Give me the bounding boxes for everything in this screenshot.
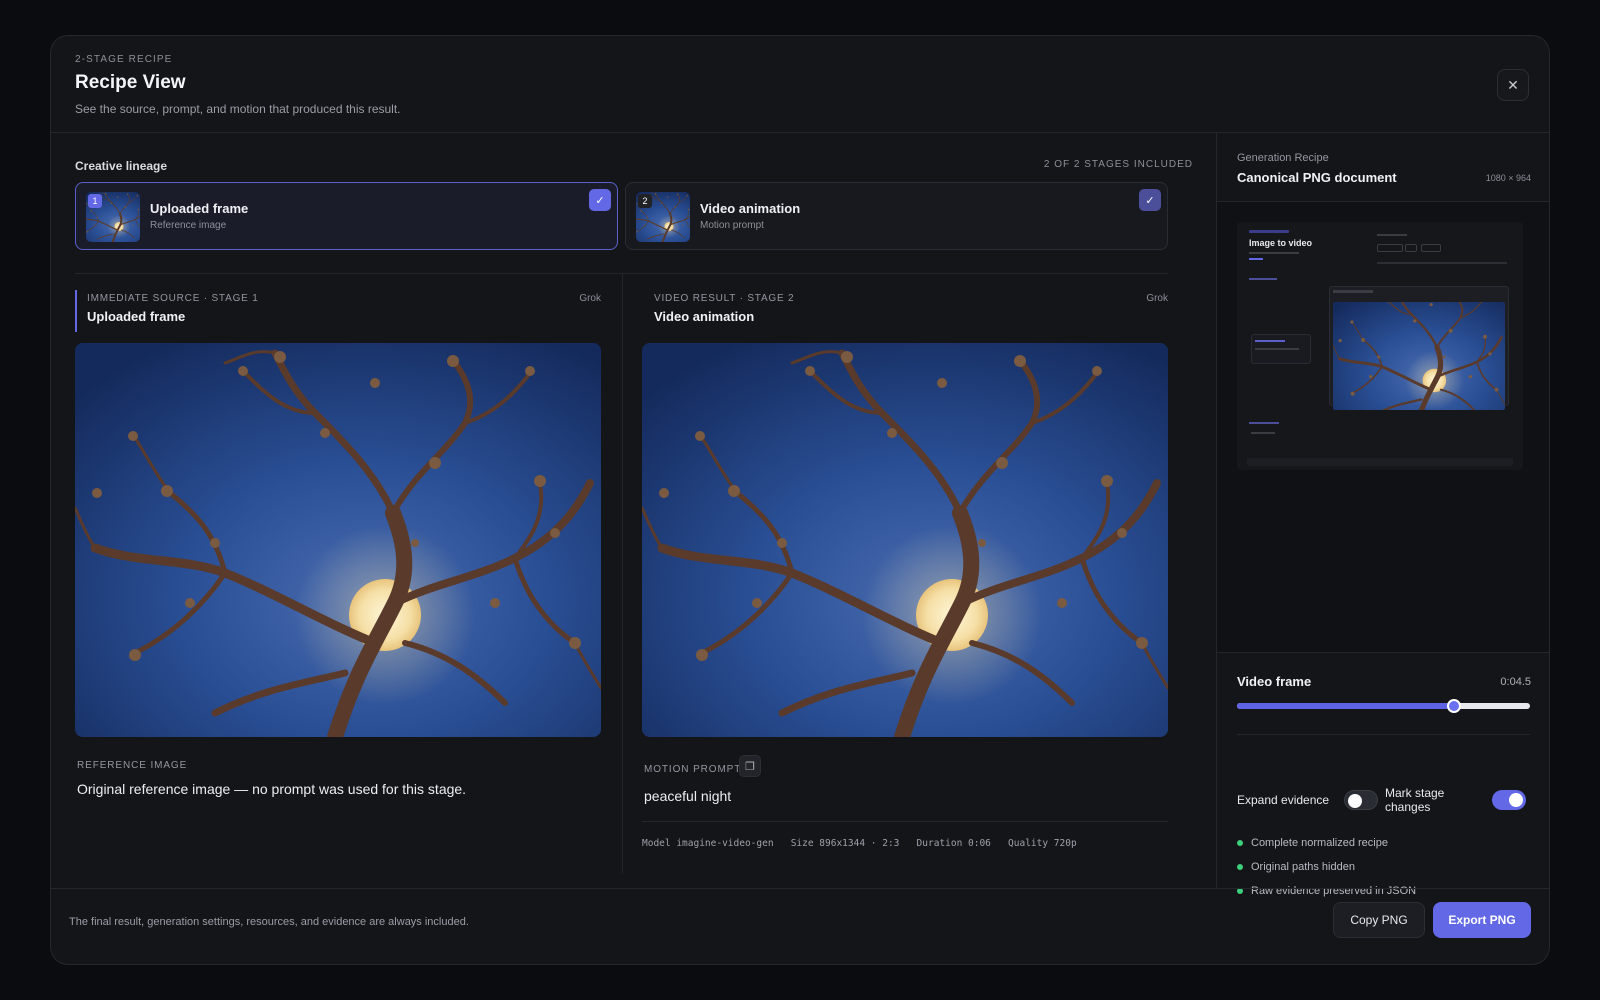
result-title: Video animation bbox=[654, 309, 755, 324]
video-frame-slider[interactable] bbox=[1237, 699, 1530, 713]
stage-thumbnail: 1 bbox=[86, 192, 140, 242]
generation-specs: Model imagine-video-gen Size 896x1344 · … bbox=[642, 838, 1077, 849]
source-provider: Grok bbox=[579, 293, 601, 304]
stage-subtitle: Reference image bbox=[150, 220, 227, 231]
divider bbox=[642, 821, 1168, 822]
check-icon: ✓ bbox=[1145, 194, 1155, 207]
video-frame-label: Video frame bbox=[1237, 674, 1312, 689]
slider-fill bbox=[1237, 703, 1454, 709]
export-png-button[interactable]: Export PNG bbox=[1433, 902, 1531, 938]
recipe-dimensions: 1080 × 964 bbox=[1485, 173, 1531, 183]
document-preview: Image to video bbox=[1237, 222, 1523, 470]
status-dot bbox=[1237, 840, 1243, 846]
modal-header: 2-STAGE RECIPE Recipe View See the sourc… bbox=[51, 36, 1549, 133]
expand-evidence-toggle[interactable] bbox=[1344, 790, 1378, 810]
lineage-count: 2 OF 2 STAGES INCLUDED bbox=[1043, 159, 1193, 170]
result-video[interactable] bbox=[642, 343, 1168, 737]
stage-thumbnail: 2 bbox=[636, 192, 690, 242]
result-eyebrow: VIDEO RESULT · STAGE 2 bbox=[654, 293, 795, 304]
stage-title: Video animation bbox=[700, 201, 801, 216]
lineage-label: Creative lineage bbox=[75, 159, 168, 173]
stage-subtitle: Motion prompt bbox=[700, 220, 764, 231]
stage-card-uploaded-frame[interactable]: 1 Uploaded frame Reference image ✓ bbox=[75, 182, 618, 250]
modal-footer: The final result, generation settings, r… bbox=[51, 888, 1549, 964]
stage-number-badge: 2 bbox=[638, 194, 652, 208]
recipe-modal: 2-STAGE RECIPE Recipe View See the sourc… bbox=[50, 35, 1550, 965]
document-preview-area: Image to video bbox=[1217, 202, 1549, 652]
evidence-text: Complete normalized recipe bbox=[1251, 837, 1388, 849]
page-subtitle: See the source, prompt, and motion that … bbox=[75, 102, 401, 116]
recipe-main: Creative lineage 2 OF 2 STAGES INCLUDED … bbox=[51, 133, 1216, 888]
page-title: Recipe View bbox=[75, 72, 186, 93]
source-meta-label: REFERENCE IMAGE bbox=[77, 760, 188, 771]
copy-png-button[interactable]: Copy PNG bbox=[1333, 902, 1425, 938]
divider bbox=[622, 273, 623, 873]
copy-icon: ❐ bbox=[745, 760, 755, 773]
check-icon: ✓ bbox=[595, 194, 605, 207]
stage-checkbox[interactable]: ✓ bbox=[1139, 189, 1161, 211]
recipe-sidebar: Generation Recipe Canonical PNG document… bbox=[1216, 133, 1549, 897]
preview-title: Image to video bbox=[1249, 238, 1313, 248]
close-button[interactable]: ✕ bbox=[1497, 69, 1529, 101]
divider bbox=[1217, 652, 1549, 653]
stage-number-badge: 1 bbox=[88, 194, 102, 208]
expand-evidence-label: Expand evidence bbox=[1237, 793, 1330, 807]
evidence-text: Original paths hidden bbox=[1251, 861, 1355, 873]
recipe-title: Canonical PNG document bbox=[1237, 170, 1397, 185]
recipe-eyebrow: 2-STAGE RECIPE bbox=[75, 54, 173, 65]
result-column: VIDEO RESULT · STAGE 2 Video animation G… bbox=[642, 273, 1168, 873]
source-image bbox=[75, 343, 601, 737]
motion-prompt-label: MOTION PROMPT bbox=[644, 764, 742, 775]
footer-note: The final result, generation settings, r… bbox=[69, 916, 469, 928]
mark-stage-changes-label: Mark stage changes bbox=[1385, 786, 1445, 814]
status-dot bbox=[1237, 864, 1243, 870]
stage-checkbox[interactable]: ✓ bbox=[589, 189, 611, 211]
stage-card-video-animation[interactable]: 2 Video animation Motion prompt ✓ bbox=[625, 182, 1168, 250]
mark-stage-changes-toggle[interactable] bbox=[1492, 790, 1526, 810]
video-frame-time: 0:04.5 bbox=[1500, 676, 1531, 688]
source-eyebrow: IMMEDIATE SOURCE · STAGE 1 bbox=[87, 293, 259, 304]
evidence-item: Complete normalized recipe bbox=[1237, 837, 1388, 849]
source-description: Original reference image — no prompt was… bbox=[77, 781, 467, 797]
slider-handle[interactable] bbox=[1446, 699, 1461, 713]
close-icon: ✕ bbox=[1507, 76, 1519, 93]
result-provider: Grok bbox=[1146, 293, 1168, 304]
accent-bar bbox=[75, 290, 77, 332]
source-title: Uploaded frame bbox=[87, 309, 186, 324]
copy-prompt-button[interactable]: ❐ bbox=[739, 755, 761, 777]
source-column: IMMEDIATE SOURCE · STAGE 1 Uploaded fram… bbox=[75, 273, 601, 873]
stage-title: Uploaded frame bbox=[150, 201, 249, 216]
recipe-eyebrow: Generation Recipe bbox=[1237, 152, 1329, 164]
divider bbox=[1237, 734, 1530, 735]
evidence-item: Original paths hidden bbox=[1237, 861, 1355, 873]
motion-prompt-text: peaceful night bbox=[644, 788, 732, 804]
